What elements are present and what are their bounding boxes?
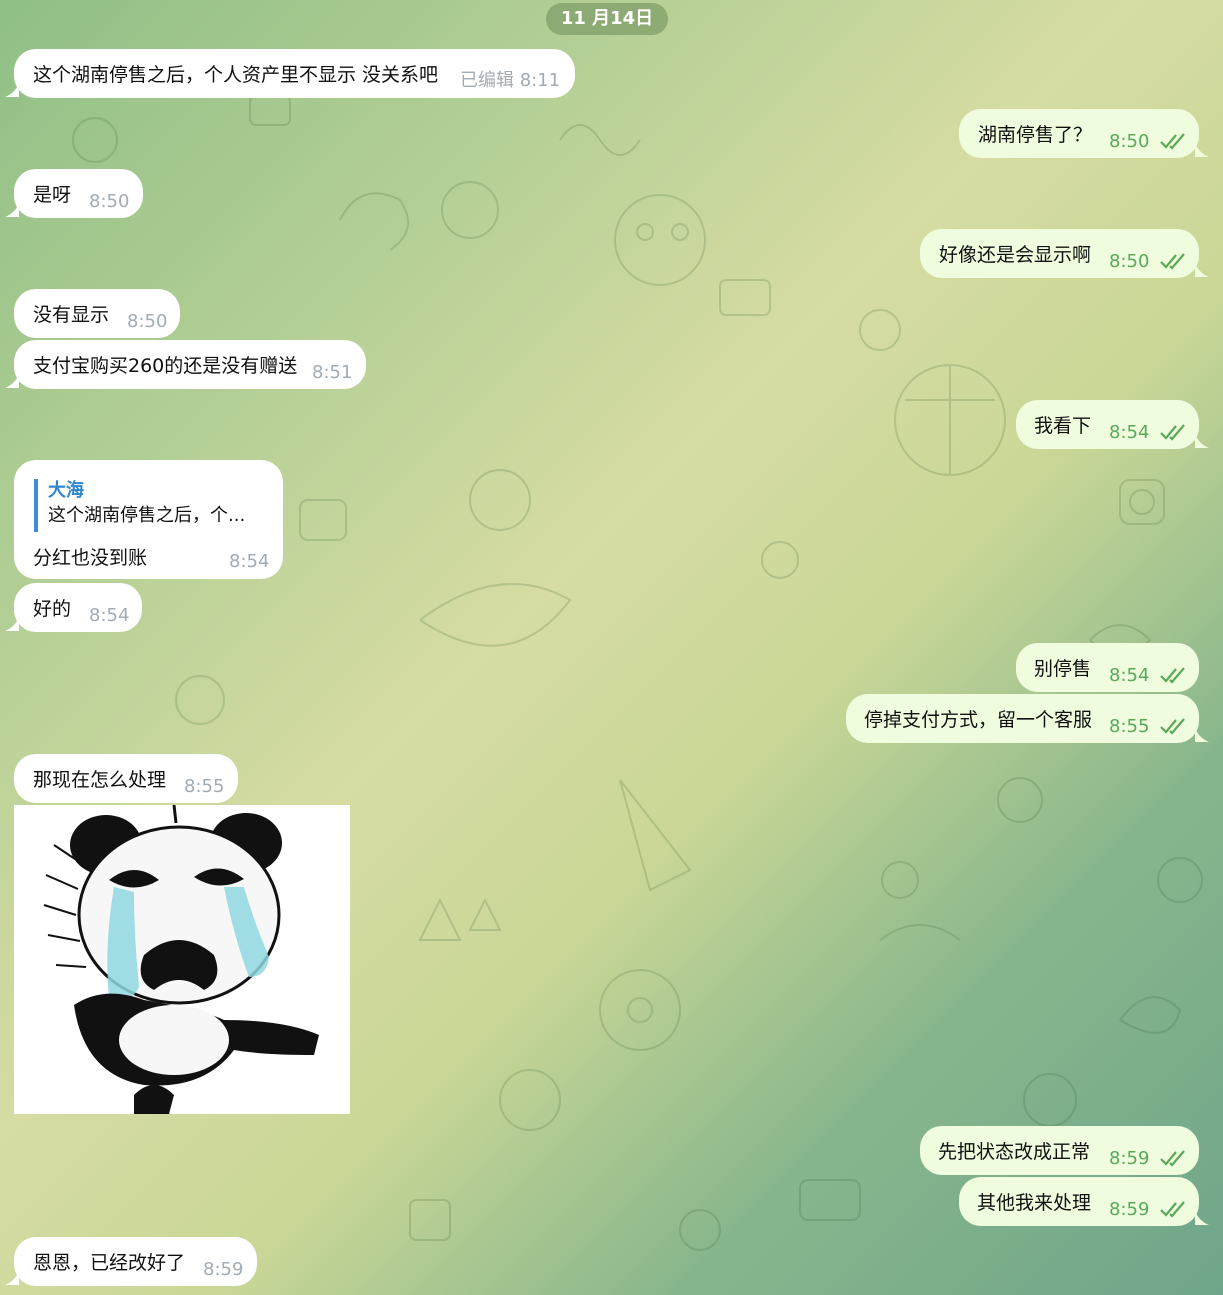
bubble-tail	[5, 1271, 19, 1285]
bubble-tail	[5, 203, 19, 217]
bubble-tail	[1195, 263, 1209, 277]
double-check-icon	[1160, 718, 1185, 735]
bubble-tail	[1195, 1211, 1209, 1225]
bubble-tail	[1195, 728, 1209, 742]
message-text: 好的	[33, 598, 72, 620]
message-incoming[interactable]: 那现在怎么处理 8:55	[14, 754, 238, 803]
message-time: 8:54	[1109, 422, 1150, 443]
bubble-tail	[5, 83, 19, 97]
message-text: 恩恩，已经改好了	[33, 1252, 186, 1274]
double-check-icon	[1160, 133, 1185, 150]
message-incoming[interactable]: 好的 8:54	[14, 583, 142, 632]
message-time: 8:59	[1109, 1148, 1150, 1169]
message-text: 停掉支付方式，留一个客服	[864, 709, 1093, 731]
message-incoming[interactable]: 这个湖南停售之后，个人资产里不显示 没关系吧 已编辑 8:11	[14, 49, 575, 98]
reply-author: 大海	[48, 480, 84, 501]
message-incoming[interactable]: 没有显示 8:50	[14, 289, 180, 338]
message-time: 8:50	[89, 191, 130, 212]
message-time: 8:55	[1109, 716, 1150, 737]
panda-sticker-image	[43, 804, 319, 1114]
message-outgoing[interactable]: 湖南停售了？ 8:50	[959, 109, 1199, 158]
message-time: 已编辑 8:11	[460, 70, 561, 91]
crying-panda-sticker[interactable]	[14, 804, 350, 1114]
double-check-icon	[1160, 424, 1185, 441]
double-check-icon	[1160, 1201, 1185, 1218]
message-text: 其他我来处理	[977, 1192, 1092, 1214]
message-outgoing[interactable]: 我看下 8:54	[1016, 400, 1199, 449]
message-time: 8:51	[312, 362, 353, 383]
message-text: 这个湖南停售之后，个人资产里不显示 没关系吧	[33, 64, 439, 86]
message-outgoing[interactable]: 停掉支付方式，留一个客服 8:55	[846, 694, 1199, 743]
message-text: 是呀	[33, 184, 72, 206]
bubble-tail	[5, 617, 19, 631]
double-check-icon	[1160, 667, 1185, 684]
bubble-tail	[1195, 143, 1209, 157]
message-text: 我看下	[1034, 415, 1092, 437]
message-incoming[interactable]: 是呀 8:50	[14, 169, 143, 218]
message-time: 8:50	[1109, 251, 1150, 272]
message-text: 湖南停售了？	[978, 124, 1093, 146]
double-check-icon	[1160, 1150, 1185, 1167]
message-time: 8:54	[229, 551, 270, 572]
message-outgoing[interactable]: 别停售 8:54	[1016, 643, 1199, 692]
message-outgoing[interactable]: 其他我来处理 8:59	[959, 1177, 1199, 1226]
message-time: 8:54	[89, 605, 130, 626]
message-time: 8:55	[184, 776, 225, 797]
message-time: 8:50	[1109, 131, 1150, 152]
message-time: 8:50	[127, 311, 168, 332]
message-text: 好像还是会显示啊	[939, 244, 1092, 266]
message-text: 分红也没到账	[33, 547, 148, 569]
message-text: 没有显示	[33, 304, 110, 326]
message-outgoing[interactable]: 好像还是会显示啊 8:50	[920, 229, 1199, 278]
message-time: 8:59	[1109, 1199, 1150, 1220]
date-separator: 11 月14日	[546, 3, 668, 35]
message-time: 8:59	[203, 1259, 244, 1280]
message-time: 8:54	[1109, 665, 1150, 686]
reply-quote[interactable]: 大海 这个湖南停售之后，个...	[34, 479, 273, 532]
reply-snippet: 这个湖南停售之后，个...	[48, 505, 246, 526]
message-outgoing[interactable]: 先把状态改成正常 8:59	[920, 1126, 1199, 1175]
double-check-icon	[1160, 253, 1185, 270]
message-incoming[interactable]: 支付宝购买260的还是没有赠送 8:51	[14, 340, 366, 389]
message-incoming[interactable]: 恩恩，已经改好了 8:59	[14, 1237, 257, 1286]
bubble-tail	[1195, 434, 1209, 448]
message-incoming-reply[interactable]: 大海 这个湖南停售之后，个... 分红也没到账 8:54	[14, 460, 283, 579]
message-text: 别停售	[1034, 658, 1092, 680]
message-text: 那现在怎么处理	[33, 769, 167, 791]
bubble-tail	[5, 374, 19, 388]
message-text: 先把状态改成正常	[938, 1141, 1091, 1163]
message-text: 支付宝购买260的还是没有赠送	[33, 355, 298, 377]
